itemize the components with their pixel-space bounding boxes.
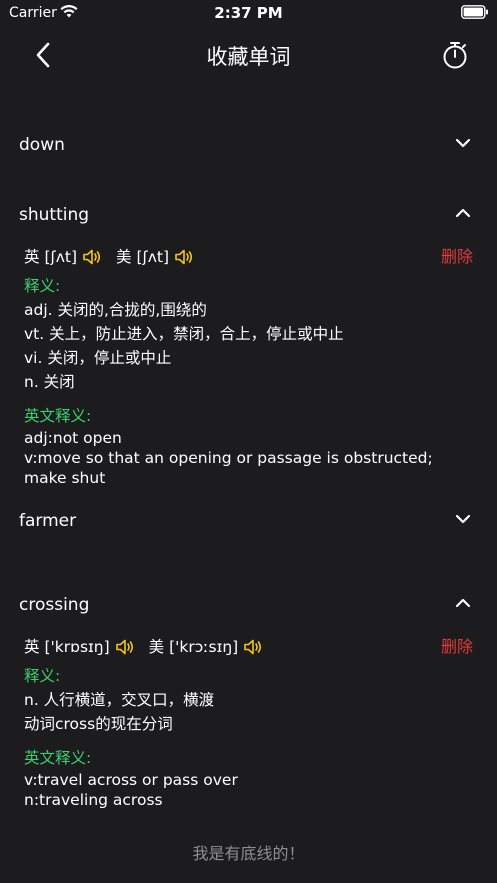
page-title: 收藏单词	[206, 45, 291, 69]
us-phonetic: 美 [ʃʌt]	[116, 245, 194, 269]
word-header[interactable]: shutting	[0, 180, 497, 250]
delete-button[interactable]: 删除	[441, 244, 473, 270]
phonetic-row: 英 [ʃʌt] 美 [ʃʌt] 删除	[24, 244, 473, 270]
cn-definition-label: 释义:	[24, 277, 61, 295]
us-phonetic: 美 ['krɔːsɪŋ]	[149, 635, 264, 659]
word-item-down: down	[0, 110, 497, 180]
stopwatch-icon[interactable]	[441, 40, 469, 70]
cn-definition: n. 人行横道，交叉口，横渡	[24, 691, 215, 709]
en-definitions: v:travel across or pass over n:traveling…	[24, 770, 473, 810]
cn-definition: n. 关闭	[24, 373, 75, 391]
uk-label: 英	[24, 638, 40, 656]
word-title: down	[19, 135, 65, 155]
word-item-crossing: crossing 英 ['krɒsɪŋ] 美 ['krɔːsɪŋ] 删除 释义:…	[0, 570, 497, 822]
cn-definition: vt. 关上，防止进入，禁闭，合上，停止或中止	[24, 325, 344, 343]
uk-phonetic-text: [ʃʌt]	[44, 248, 78, 266]
chevron-down-icon[interactable]	[455, 511, 471, 527]
word-title: crossing	[19, 595, 90, 615]
speaker-icon[interactable]	[115, 638, 135, 656]
nav-bar: 收藏单词	[0, 28, 497, 82]
en-definition: adj:not open	[24, 429, 122, 447]
word-item-farmer: farmer	[0, 500, 497, 570]
us-label: 美	[116, 248, 132, 266]
chevron-down-icon[interactable]	[455, 135, 471, 151]
word-header[interactable]: crossing	[0, 570, 497, 640]
cn-definition: 动词cross的现在分词	[24, 715, 173, 733]
word-item-shutting: shutting 英 [ʃʌt] 美 [ʃʌt] 删除 释义: adj. 关闭的…	[0, 180, 497, 500]
cn-definition: adj. 关闭的,合拢的,围绕的	[24, 301, 207, 319]
en-definition-label: 英文释义:	[24, 407, 92, 425]
word-detail: 英 [ʃʌt] 美 [ʃʌt] 删除 释义: adj. 关闭的,合拢的,围绕的 …	[0, 244, 497, 500]
phonetic-row: 英 ['krɒsɪŋ] 美 ['krɔːsɪŋ] 删除	[24, 634, 473, 660]
us-label: 美	[148, 638, 165, 656]
uk-phonetic: 英 [ʃʌt]	[24, 245, 102, 269]
uk-phonetic-text: ['krɒsɪŋ]	[44, 638, 110, 656]
speaker-icon[interactable]	[82, 248, 102, 266]
speaker-icon[interactable]	[174, 248, 194, 266]
delete-button[interactable]: 删除	[441, 634, 473, 660]
en-definition: v:move so that an opening or passage is …	[24, 449, 433, 467]
status-bar: Carrier 2:37 PM	[0, 0, 497, 26]
en-definitions: adj:not open v:move so that an opening o…	[24, 428, 473, 488]
en-definition: n:traveling across	[24, 791, 163, 809]
word-header[interactable]: farmer	[0, 500, 497, 570]
word-header[interactable]: down	[0, 110, 497, 180]
chevron-up-icon[interactable]	[455, 595, 471, 611]
en-definition: make shut	[24, 469, 106, 487]
word-title: farmer	[19, 511, 77, 531]
uk-label: 英	[24, 248, 40, 266]
us-phonetic-text: ['krɔːsɪŋ]	[169, 638, 239, 656]
list-end-footer: 我是有底线的！	[192, 844, 305, 863]
chevron-up-icon[interactable]	[455, 205, 471, 221]
status-time: 2:37 PM	[214, 4, 283, 22]
en-definition-label: 英文释义:	[24, 749, 92, 767]
word-detail: 英 ['krɒsɪŋ] 美 ['krɔːsɪŋ] 删除 释义: n. 人行横道，…	[0, 634, 497, 822]
word-list: down shutting 英 [ʃʌt] 美 [ʃʌt] 删除 释义: adj…	[0, 110, 497, 822]
en-definition: v:travel across or pass over	[24, 771, 238, 789]
speaker-icon[interactable]	[243, 638, 263, 656]
cn-definition-label: 释义:	[24, 667, 61, 685]
uk-phonetic: 英 ['krɒsɪŋ]	[24, 635, 135, 659]
cn-definition: vi. 关闭，停止或中止	[24, 349, 172, 367]
us-phonetic-text: [ʃʌt]	[136, 248, 170, 266]
battery-icon	[461, 5, 488, 19]
word-title: shutting	[19, 205, 90, 225]
